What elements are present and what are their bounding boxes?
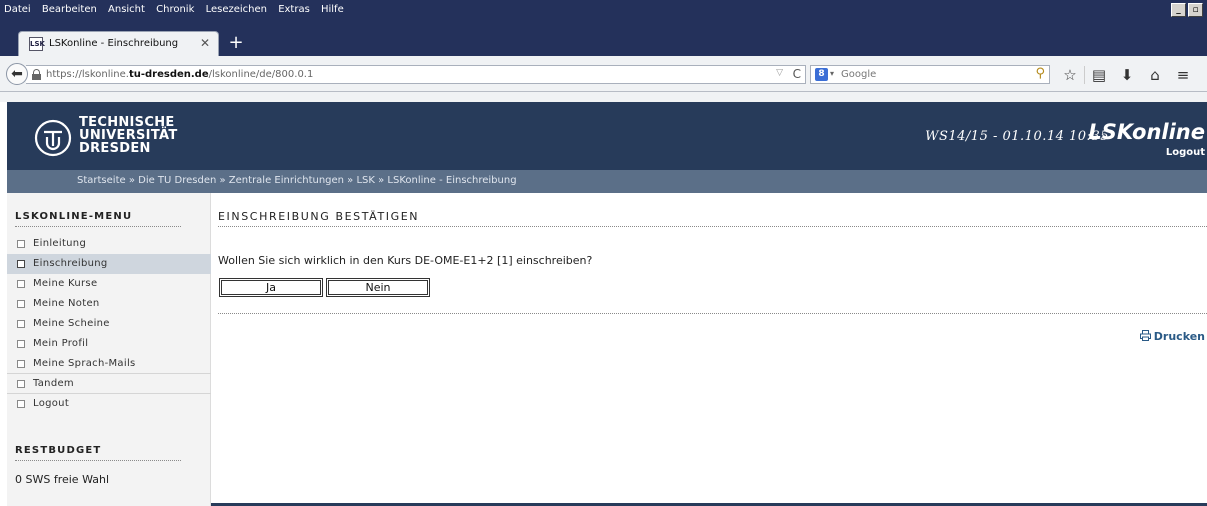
sidebar-item-einschreibung[interactable]: Einschreibung <box>7 254 211 274</box>
reading-list-icon[interactable]: ▤ <box>1085 65 1113 85</box>
sidebar-item-meine-kurse[interactable]: Meine Kurse <box>7 274 211 294</box>
bullet-square-icon <box>17 240 25 248</box>
confirmation-question: Wollen Sie sich wirklich in den Kurs DE-… <box>218 254 593 267</box>
search-engine-dropdown-icon[interactable]: ▾ <box>830 69 834 78</box>
star-icon[interactable]: ☆ <box>1056 65 1084 85</box>
url-text[interactable]: https://lskonline.tu-dresden.de/lskonlin… <box>46 69 313 80</box>
new-tab-icon[interactable]: + <box>226 33 246 53</box>
sidebar-item-logout[interactable]: Logout <box>7 394 211 414</box>
sidebar-menu: Einleitung Einschreibung Meine Kurse Mei… <box>7 234 211 414</box>
menu-chronik[interactable]: Chronik <box>152 0 198 15</box>
search-bar[interactable]: 8 ▾ Google ⚲ <box>810 65 1050 84</box>
menu-ansicht[interactable]: Ansicht <box>104 0 149 15</box>
no-button[interactable]: Nein <box>326 278 430 297</box>
navigation-toolbar: https://lskonline.tu-dresden.de/lskonlin… <box>0 56 1207 92</box>
sidebar-item-meine-noten[interactable]: Meine Noten <box>7 294 211 314</box>
menu-datei[interactable]: Datei <box>0 0 35 15</box>
sidebar-item-einleitung[interactable]: Einleitung <box>7 234 211 254</box>
tab-strip: LSK LSKonline - Einschreibung ✕ + <box>0 22 1207 56</box>
university-name: TECHNISCHE UNIVERSITÄT DRESDEN <box>79 115 178 156</box>
budget-value: 0 SWS freie Wahl <box>15 473 110 486</box>
menu-hilfe[interactable]: Hilfe <box>317 0 348 15</box>
bullet-square-icon <box>17 360 25 368</box>
menu-bearbeiten[interactable]: Bearbeiten <box>38 0 101 15</box>
bullet-square-icon <box>17 280 25 288</box>
back-arrow-icon[interactable]: ⬅ <box>6 63 28 85</box>
search-engine-icon[interactable]: 8 <box>815 68 828 81</box>
budget-heading: RESTBUDGET <box>15 445 181 461</box>
menu-lesezeichen[interactable]: Lesezeichen <box>202 0 271 15</box>
bullet-square-icon <box>17 400 25 408</box>
restore-icon[interactable]: ▫ <box>1188 3 1203 17</box>
breadcrumb[interactable]: Startseite » Die TU Dresden » Zentrale E… <box>7 170 1207 193</box>
tab-title: LSKonline - Einschreibung <box>49 38 179 49</box>
lsk-favicon-icon: LSK <box>29 37 45 51</box>
page-header: TECHNISCHE UNIVERSITÄT DRESDEN WS14/15 -… <box>7 102 1207 170</box>
semester-timestamp: WS14/15 - 01.10.14 10:35 <box>925 129 1109 144</box>
menu-icon[interactable]: ≡ <box>1169 65 1197 85</box>
bullet-square-icon <box>17 260 25 268</box>
main-content: EINSCHREIBUNG BESTÄTIGEN Wollen Sie sich… <box>211 193 1207 506</box>
sidebar-item-tandem[interactable]: Tandem <box>7 374 211 394</box>
bullet-square-icon <box>17 300 25 308</box>
url-bar[interactable]: https://lskonline.tu-dresden.de/lskonlin… <box>26 65 806 84</box>
search-input[interactable]: Google <box>841 69 876 80</box>
search-icon[interactable]: ⚲ <box>1035 66 1045 81</box>
toolbar-buttons: ☆ ▤ ⬇ ⌂ ≡ <box>1056 65 1197 85</box>
bullet-square-icon <box>17 380 25 388</box>
logout-link[interactable]: Logout <box>1166 147 1205 158</box>
page-title: EINSCHREIBUNG BESTÄTIGEN <box>218 210 1207 227</box>
sidebar: LSKONLINE-MENU Einleitung Einschreibung … <box>7 193 211 506</box>
menu-extras[interactable]: Extras <box>274 0 314 15</box>
tab-lskonline[interactable]: LSK LSKonline - Einschreibung ✕ <box>18 31 219 56</box>
sidebar-menu-heading: LSKONLINE-MENU <box>15 211 181 227</box>
yes-button[interactable]: Ja <box>219 278 323 297</box>
chrome-spacer <box>0 92 1207 102</box>
reload-icon[interactable]: C <box>793 67 801 81</box>
sidebar-item-mein-profil[interactable]: Mein Profil <box>7 334 211 354</box>
bullet-square-icon <box>17 340 25 348</box>
tu-dresden-logo-icon <box>34 119 72 157</box>
app-title: LSKonline <box>1088 120 1205 144</box>
home-icon[interactable]: ⌂ <box>1141 65 1169 85</box>
minimize-icon[interactable]: _ <box>1171 3 1186 17</box>
bullet-square-icon <box>17 320 25 328</box>
sidebar-item-meine-sprach-mails[interactable]: Meine Sprach-Mails <box>7 354 211 374</box>
window-controls: _ ▫ <box>1171 3 1203 17</box>
close-tab-icon[interactable]: ✕ <box>200 36 210 50</box>
url-history-dropdown-icon[interactable]: ▽ <box>776 68 783 78</box>
printer-icon <box>1139 330 1151 341</box>
download-icon[interactable]: ⬇ <box>1113 65 1141 85</box>
divider <box>218 313 1207 314</box>
sidebar-item-meine-scheine[interactable]: Meine Scheine <box>7 314 211 334</box>
lock-icon <box>32 69 41 80</box>
browser-menubar: Datei Bearbeiten Ansicht Chronik Lesezei… <box>0 0 1207 22</box>
print-link[interactable]: Drucken <box>1139 330 1205 343</box>
